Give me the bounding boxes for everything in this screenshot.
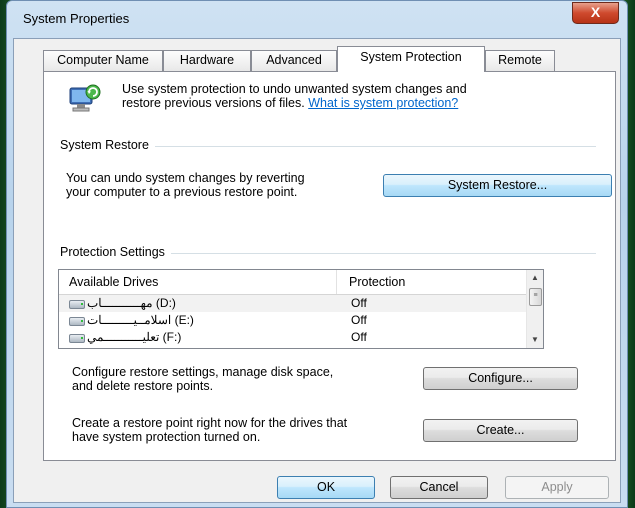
available-drives-list[interactable]: Available Drives Protection مهــــــــــ… [58,269,544,349]
drive-name: تعليـــــــــــمي (F:) [87,330,182,344]
scroll-down-arrow-icon[interactable]: ▼ [527,332,543,348]
drive-protection: Off [351,330,367,344]
intro-text-line2-text: restore previous versions of files. [122,96,305,110]
system-restore-desc-line1: You can undo system changes by reverting [66,171,305,185]
drive-icon [69,300,85,309]
configure-desc-line2: and delete restore points. [72,379,214,393]
apply-button[interactable]: Apply [505,476,609,499]
list-header: Available Drives Protection [59,270,529,295]
create-desc-line2: have system protection turned on. [72,430,261,444]
create-button[interactable]: Create... [423,419,578,442]
tab-hardware[interactable]: Hardware [163,50,251,71]
list-scrollbar[interactable]: ▲ ≡ ▼ [526,270,543,348]
create-desc-line1: Create a restore point right now for the… [72,416,348,430]
column-header-protection[interactable]: Protection [349,270,529,294]
drive-icon [69,334,85,343]
close-button[interactable]: X [572,2,619,24]
intro-text-line2: restore previous versions of files. What… [122,96,458,110]
protection-settings-group-label: Protection Settings [60,245,171,259]
column-header-available-drives[interactable]: Available Drives [59,270,337,294]
system-restore-desc-line2: your computer to a previous restore poin… [66,185,298,199]
cancel-button[interactable]: Cancel [390,476,488,499]
drive-row[interactable]: مهـــــــــــاب (D:) Off [59,295,529,312]
drive-row[interactable]: اسلامــيـــــــــات (E:) Off [59,312,529,329]
configure-desc-line1: Configure restore settings, manage disk … [72,365,334,379]
system-restore-button[interactable]: System Restore... [383,174,612,197]
drive-name: اسلامــيـــــــــات (E:) [87,313,194,327]
drive-row[interactable]: تعليـــــــــــمي (F:) Off [59,329,529,346]
tab-remote[interactable]: Remote [485,50,555,71]
tab-computer-name[interactable]: Computer Name [43,50,163,71]
drive-name: مهـــــــــــاب (D:) [87,296,176,310]
system-protection-panel: Use system protection to undo unwanted s… [43,71,616,461]
system-properties-window: System Properties X Computer Name Hardwa… [6,0,628,508]
scroll-thumb[interactable]: ≡ [529,288,542,306]
what-is-system-protection-link[interactable]: What is system protection? [308,96,458,110]
ok-button[interactable]: OK [277,476,375,499]
drive-icon [69,317,85,326]
intro-text-line1: Use system protection to undo unwanted s… [122,82,467,96]
system-protection-icon [68,82,102,116]
system-restore-group-label: System Restore [60,138,155,152]
drive-protection: Off [351,296,367,310]
tab-system-protection[interactable]: System Protection [337,46,485,72]
dialog-client: Computer Name Hardware Advanced System P… [13,38,621,503]
drive-protection: Off [351,313,367,327]
window-title: System Properties [23,11,130,26]
configure-button[interactable]: Configure... [423,367,578,390]
tab-advanced[interactable]: Advanced [251,50,337,71]
scroll-up-arrow-icon[interactable]: ▲ [527,270,543,286]
